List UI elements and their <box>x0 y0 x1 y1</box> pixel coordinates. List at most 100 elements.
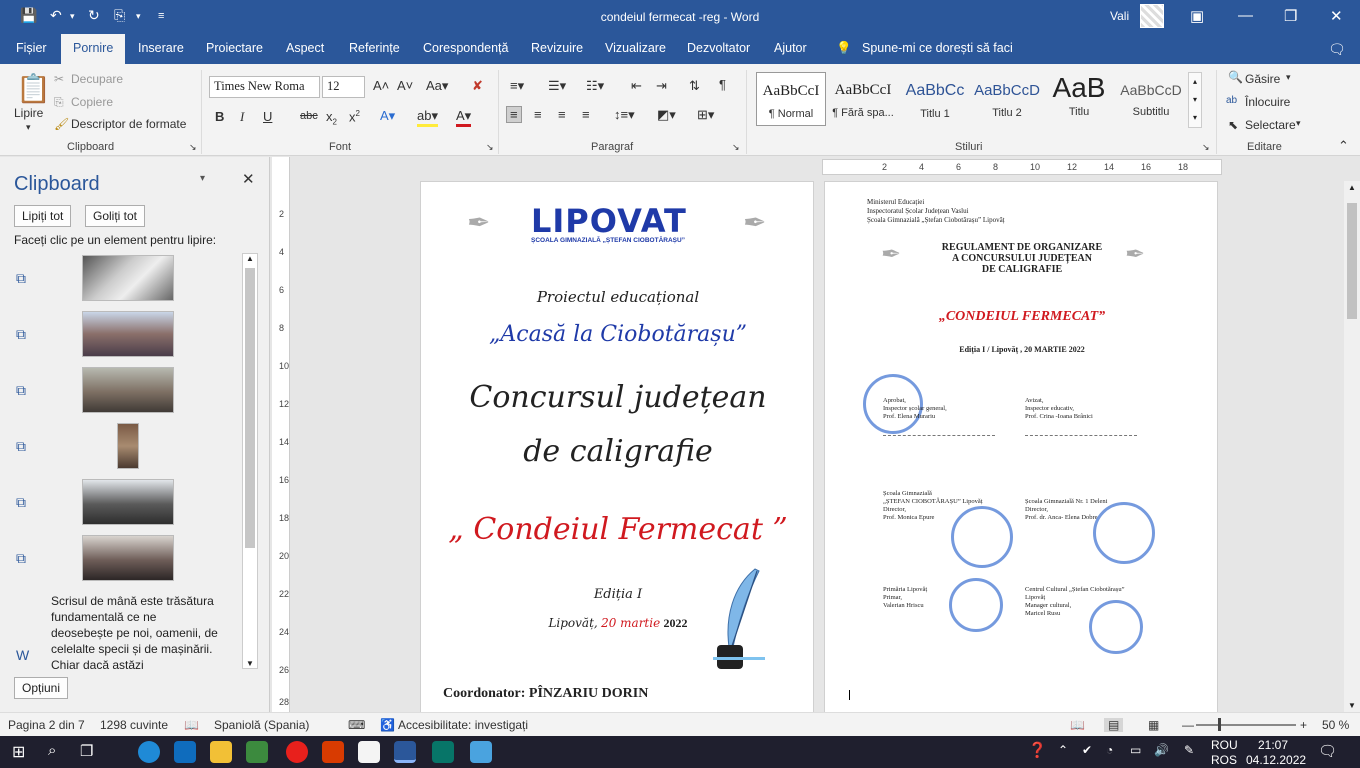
comments-icon[interactable]: 🗨 <box>1328 41 1346 58</box>
clipboard-launcher-icon[interactable]: ↘ <box>189 142 197 153</box>
input-language[interactable]: ROU <box>1211 738 1238 752</box>
clipboard-image-item[interactable] <box>117 423 139 469</box>
format-painter-button[interactable]: Descriptor de formate <box>71 117 186 131</box>
office-icon[interactable] <box>322 741 344 763</box>
align-center-icon[interactable]: ≡ <box>534 107 542 122</box>
font-color-icon[interactable]: A▾ <box>456 108 472 127</box>
scroll-up-icon[interactable]: ▲ <box>1344 183 1360 192</box>
find-icon[interactable]: 🔍 <box>1228 70 1243 84</box>
pane-scroll-thumb[interactable] <box>245 268 255 548</box>
tab-developer[interactable]: Dezvoltator <box>687 41 750 55</box>
tab-home[interactable]: Pornire <box>61 34 126 64</box>
shrink-font-icon[interactable]: A˅ <box>397 78 413 93</box>
zoom-out-icon[interactable]: — <box>1182 718 1194 732</box>
battery-icon[interactable]: ▭ <box>1130 743 1141 757</box>
font-launcher-icon[interactable]: ↘ <box>486 142 494 153</box>
paste-dropdown-icon[interactable]: ▾ <box>26 122 31 133</box>
clipboard-image-item[interactable] <box>82 311 174 357</box>
document-area[interactable]: 2 4 6 8 10 12 14 16 18 20 22 24 26 28 2 … <box>272 157 1344 712</box>
style-normal[interactable]: AaBbCcI ¶ Normal <box>756 72 826 126</box>
font-size-select[interactable]: 12 <box>322 76 365 98</box>
document-page-1[interactable]: ✒ ✒ LIPOVAT ȘCOALA GIMNAZIALĂ „ȘTEFAN CI… <box>420 181 814 712</box>
help-icon[interactable]: ❓ <box>1028 741 1047 759</box>
accessibility-status[interactable]: Accesibilitate: investigați <box>398 718 528 732</box>
undo-dropdown-icon[interactable]: ▾ <box>70 11 75 22</box>
options-button[interactable]: Opțiuni <box>14 677 69 699</box>
style-title[interactable]: AaB Titlu <box>1044 72 1114 126</box>
bullets-icon[interactable]: ≡▾ <box>510 78 524 94</box>
tab-review[interactable]: Revizuire <box>531 41 583 55</box>
mail-icon[interactable] <box>174 741 196 763</box>
scroll-thumb[interactable] <box>1347 203 1357 319</box>
clock-time[interactable]: 21:07 <box>1258 738 1288 752</box>
zoom-slider-thumb[interactable] <box>1218 718 1221 731</box>
find-dropdown-icon[interactable]: ▾ <box>1286 72 1291 83</box>
minimize-icon[interactable]: — <box>1238 7 1253 24</box>
undo-icon[interactable]: ↶ <box>50 7 62 24</box>
clear-formatting-icon[interactable]: ✘ <box>472 78 483 94</box>
replace-icon[interactable]: ab <box>1226 95 1237 106</box>
publisher-icon[interactable] <box>432 741 454 763</box>
cut-icon[interactable]: ✂ <box>54 72 64 86</box>
document-icon[interactable] <box>358 741 380 763</box>
grow-font-icon[interactable]: A˄ <box>373 78 389 93</box>
paste-icon[interactable]: 📋 <box>16 72 51 105</box>
clock-date[interactable]: 04.12.2022 <box>1246 753 1306 767</box>
numbering-icon[interactable]: ☰▾ <box>548 78 566 94</box>
clipboard-image-item[interactable] <box>82 367 174 413</box>
subscript-icon[interactable]: x2 <box>326 109 337 127</box>
paste-all-button[interactable]: Lipiți tot <box>14 205 72 227</box>
document-page-2[interactable]: Ministerul Educației Inspectoratul Școla… <box>824 181 1218 712</box>
cut-button[interactable]: Decupare <box>71 72 123 86</box>
clipboard-text-item[interactable]: Scrisul de mână este trăsătura fundament… <box>51 593 221 669</box>
norton-icon[interactable]: ✔ <box>1082 743 1092 757</box>
document-scrollbar[interactable]: ▲ ▼ <box>1344 181 1360 712</box>
highlight-icon[interactable]: ab▾ <box>417 108 438 127</box>
file-explorer-icon[interactable] <box>210 741 232 763</box>
sort-icon[interactable]: ⇅ <box>689 78 700 94</box>
opera-icon[interactable] <box>286 741 308 763</box>
styles-launcher-icon[interactable]: ↘ <box>1202 142 1210 153</box>
tray-chevron-icon[interactable]: ⌃ <box>1058 743 1068 757</box>
superscript-icon[interactable]: x2 <box>349 109 360 124</box>
tab-design[interactable]: Proiectare <box>206 41 263 55</box>
input-layout[interactable]: ROS <box>1211 753 1237 767</box>
italic-icon[interactable]: I <box>240 109 244 125</box>
pen-icon[interactable]: ✎ <box>1184 743 1194 757</box>
proofing-icon[interactable]: 📖 <box>184 718 199 732</box>
replace-button[interactable]: Înlocuire <box>1245 95 1290 109</box>
strikethrough-icon[interactable]: abc <box>300 110 318 122</box>
customize-toolbar-icon[interactable]: ≡ <box>158 10 164 22</box>
clipboard-image-item[interactable] <box>82 479 174 525</box>
notifications-icon[interactable]: 🗨 <box>1318 742 1337 760</box>
pane-scrollbar[interactable]: ▲ ▼ <box>242 253 258 669</box>
style-heading-1[interactable]: AaBbCc Titlu 1 <box>900 72 970 126</box>
windows-start-icon[interactable]: ⊞ <box>12 742 25 762</box>
edge-icon[interactable] <box>138 741 160 763</box>
line-spacing-icon[interactable]: ↕≡▾ <box>614 107 635 123</box>
pane-options-icon[interactable]: ▾ <box>200 173 205 184</box>
find-button[interactable]: Găsire <box>1245 72 1280 86</box>
select-icon[interactable]: ⬉ <box>1228 118 1238 132</box>
wifi-icon[interactable]: ◔ <box>1106 743 1113 757</box>
new-document-icon[interactable]: ⎘ <box>114 7 125 24</box>
format-painter-icon[interactable]: 🖌 <box>54 117 69 131</box>
increase-indent-icon[interactable]: ⇥ <box>656 78 667 94</box>
print-layout-icon[interactable]: ▤ <box>1104 718 1124 732</box>
show-formatting-icon[interactable]: ¶ <box>719 77 726 92</box>
clipboard-image-item[interactable] <box>82 535 174 581</box>
bold-icon[interactable]: B <box>215 109 224 124</box>
photos-icon[interactable] <box>470 741 492 763</box>
multilevel-list-icon[interactable]: ☷▾ <box>586 78 604 94</box>
store-icon[interactable] <box>246 741 268 763</box>
word-icon[interactable] <box>394 741 416 763</box>
restore-icon[interactable]: ❐ <box>1284 7 1297 25</box>
save-icon[interactable]: 💾 <box>20 7 37 24</box>
shading-icon[interactable]: ◩▾ <box>657 107 676 123</box>
justify-icon[interactable]: ≡ <box>582 107 590 122</box>
tab-file[interactable]: Fișier <box>16 41 47 55</box>
copy-icon[interactable]: ⎘ <box>54 95 64 110</box>
align-left-icon[interactable]: ≡ <box>506 106 522 123</box>
tab-references[interactable]: Referințe <box>349 41 400 55</box>
tab-view[interactable]: Vizualizare <box>605 41 666 55</box>
